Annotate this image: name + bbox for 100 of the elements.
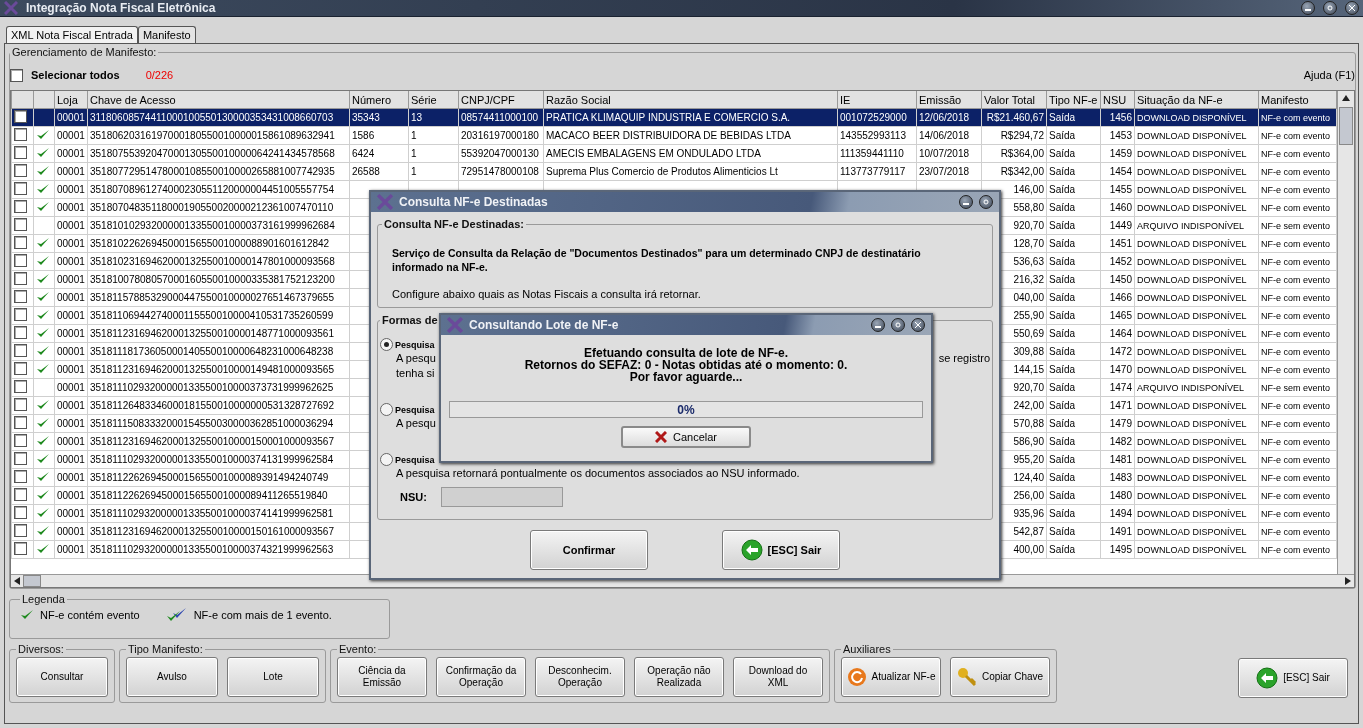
dialog-button[interactable]: [ESC] Sair — [722, 530, 840, 570]
maximize-button[interactable] — [1323, 1, 1337, 15]
row-checkbox[interactable] — [14, 434, 27, 447]
exit-button[interactable]: [ESC] Sair — [1238, 658, 1348, 698]
column-header[interactable]: Emissão — [916, 91, 982, 109]
tab[interactable]: XML Nota Fiscal Entrada — [6, 26, 138, 43]
check-icon — [20, 609, 34, 621]
row-checkbox[interactable] — [14, 416, 27, 429]
select-all-label: Selecionar todos — [31, 69, 120, 81]
row-checkbox[interactable] — [14, 524, 27, 537]
select-all-checkbox[interactable] — [10, 68, 23, 82]
toolbar-button[interactable]: Avulso — [126, 657, 218, 697]
toolbar-button[interactable]: Desconhecim. Operação — [535, 657, 625, 697]
close-button[interactable] — [1345, 1, 1359, 15]
toolbar-button[interactable]: Ciência da Emissão — [337, 657, 427, 697]
toolbar-button[interactable]: Download do XML — [733, 657, 823, 697]
table-cell: 00001 — [57, 238, 85, 249]
vertical-scrollbar[interactable] — [1337, 91, 1354, 574]
cancel-button[interactable]: Cancelar — [621, 426, 751, 448]
row-checkbox[interactable] — [14, 110, 27, 123]
row-checkbox[interactable] — [14, 182, 27, 195]
column-header[interactable]: Número — [349, 91, 409, 109]
row-checkbox[interactable] — [14, 398, 27, 411]
toolbar-button[interactable]: Lote — [227, 657, 319, 697]
row-checkbox[interactable] — [14, 344, 27, 357]
row-checkbox[interactable] — [14, 308, 27, 321]
option-label: Pesquisa — [395, 339, 435, 350]
table-cell: 935,96 — [1013, 508, 1044, 519]
table-cell: DOWNLOAD DISPONÍVEL — [1137, 112, 1247, 123]
column-header[interactable]: Razão Social — [543, 91, 838, 109]
maximize-button[interactable] — [979, 195, 993, 209]
scrollbar-thumb[interactable] — [23, 575, 41, 587]
row-checkbox[interactable] — [14, 218, 27, 231]
column-header[interactable]: Manifesto — [1258, 91, 1337, 109]
table-cell: NF-e com evento — [1261, 310, 1331, 321]
toolbar-button[interactable]: Atualizar NF-e — [841, 657, 941, 697]
row-checkbox[interactable] — [14, 272, 27, 285]
table-cell: Saída — [1049, 490, 1076, 501]
table-cell: 35181118173605000140550010000648231000648238 — [90, 346, 334, 357]
row-checkbox[interactable] — [14, 254, 27, 267]
table-cell: 00001 — [57, 328, 85, 339]
window-title: Integração Nota Fiscal Eletrônica — [26, 1, 217, 15]
column-header[interactable]: CNPJ/CPF — [458, 91, 544, 109]
row-checkbox[interactable] — [14, 200, 27, 213]
row-checkbox[interactable] — [14, 542, 27, 555]
table-cell: 13 — [411, 112, 423, 123]
row-checkbox[interactable] — [14, 488, 27, 501]
row-checkbox[interactable] — [14, 470, 27, 483]
radio-button[interactable] — [380, 403, 393, 416]
radio-button[interactable] — [380, 453, 393, 466]
column-header[interactable]: Valor Total — [981, 91, 1047, 109]
column-header[interactable]: Situação da NF-e — [1134, 91, 1259, 109]
column-header[interactable]: IE — [837, 91, 917, 109]
table-cell: 1472 — [1109, 346, 1132, 357]
toolbar-button[interactable]: Confirmação da Operação — [436, 657, 526, 697]
table-cell: 10/07/2018 — [919, 148, 970, 159]
close-button[interactable] — [911, 318, 925, 332]
table-cell: 128,70 — [1013, 238, 1044, 249]
table-cell: 35180772951478000108550010000265881007742935 — [90, 166, 335, 177]
row-checkbox[interactable] — [14, 128, 27, 141]
minimize-button[interactable] — [1301, 1, 1315, 15]
table-cell: 586,90 — [1013, 436, 1044, 447]
toolbar-button[interactable]: Operação não Realizada — [634, 657, 724, 697]
row-checkbox[interactable] — [14, 236, 27, 249]
column-header[interactable]: Série — [408, 91, 459, 109]
row-checkbox[interactable] — [14, 362, 27, 375]
table-cell: NF-e sem evento — [1261, 220, 1331, 231]
table-cell: 00001 — [57, 508, 85, 519]
column-header[interactable]: Chave de Acesso — [87, 91, 350, 109]
table-cell: 00001 — [57, 220, 85, 231]
column-header[interactable]: NSU — [1100, 91, 1135, 109]
row-checkbox[interactable] — [14, 146, 27, 159]
tab[interactable]: Manifesto — [137, 26, 196, 43]
toolbar-button[interactable]: Copiar Chave — [950, 657, 1050, 697]
maximize-button[interactable] — [891, 318, 905, 332]
table-cell: 00001 — [57, 202, 85, 213]
table-cell: NF-e com evento — [1261, 436, 1331, 447]
toolbar-button[interactable]: Consultar — [16, 657, 108, 697]
table-cell: 00001 — [57, 292, 85, 303]
radio-button[interactable] — [380, 338, 393, 351]
minimize-button[interactable] — [871, 318, 885, 332]
table-cell: 35181007808057000160550010000335381752123200 — [90, 274, 335, 285]
row-checkbox[interactable] — [14, 326, 27, 339]
status-message: Por favor aguarde... — [629, 371, 743, 383]
minimize-button[interactable] — [959, 195, 973, 209]
table-cell: Saída — [1049, 436, 1076, 447]
row-checkbox[interactable] — [14, 290, 27, 303]
column-header[interactable]: Loja — [54, 91, 88, 109]
table-cell: Saída — [1049, 328, 1076, 339]
row-checkbox[interactable] — [14, 506, 27, 519]
row-checkbox[interactable] — [14, 380, 27, 393]
table-cell: 1449 — [1109, 220, 1132, 231]
row-checkbox[interactable] — [14, 452, 27, 465]
row-checkbox[interactable] — [14, 164, 27, 177]
column-header[interactable]: Tipo NF-e — [1046, 91, 1101, 109]
table-cell: 35181010293200000133550010000373161999962684 — [90, 220, 335, 231]
dialog-button[interactable]: Confirmar — [530, 530, 648, 570]
scrollbar-thumb[interactable] — [1339, 107, 1353, 145]
help-link[interactable]: Ajuda (F1) — [1303, 69, 1355, 81]
table-cell: 00001 — [57, 346, 85, 357]
